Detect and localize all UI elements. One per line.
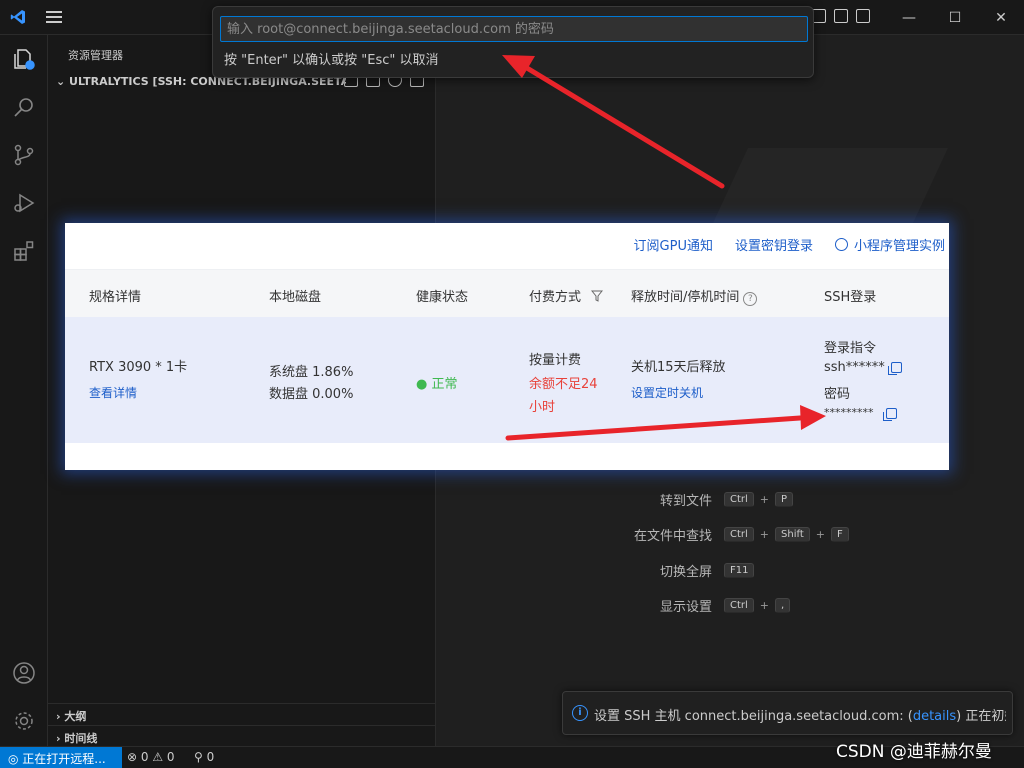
window-controls: — ☐ ✕ — [886, 0, 1024, 35]
info-icon: i — [572, 705, 588, 721]
notification-text: 设置 SSH 主机 connect.beijinga.seetacloud.co… — [594, 705, 1006, 724]
header-disk: 本地磁盘 — [269, 290, 322, 305]
ports-indicator[interactable]: ⚲ 0 — [194, 750, 214, 764]
header-spec: 规格详情 — [89, 290, 142, 305]
vscode-logo-icon — [10, 10, 25, 24]
miniprogram-icon — [834, 238, 848, 251]
quick-input-widget: 按 "Enter" 以确认或按 "Esc" 以取消 — [212, 6, 814, 78]
spec-value: RTX 3090 * 1卡 — [89, 360, 188, 375]
problems-indicator[interactable]: ⊗ 0 ⚠ 0 — [127, 750, 175, 764]
table-header: 规格详情 本地磁盘 健康状态 付费方式 释放时间/停机时间? SSH登录 — [65, 269, 949, 317]
ports-count: 0 — [206, 750, 215, 764]
miniprogram-manage-link[interactable]: 小程序管理实例 — [834, 235, 945, 254]
health-status: ● 正常 — [416, 377, 458, 392]
outline-section-label: 大纲 — [64, 710, 87, 723]
timeline-section[interactable]: › 时间线 — [48, 725, 436, 747]
details-link[interactable]: details — [913, 709, 956, 724]
shortcut-toggle-fullscreen: 切换全屏 F11 — [600, 561, 755, 580]
layout-controls — [812, 9, 870, 23]
close-button[interactable]: ✕ — [978, 0, 1024, 35]
shortcut-label: 在文件中查找 — [633, 529, 712, 544]
ssh-password-label: 密码 — [824, 387, 851, 402]
ports-icon: ⚲ — [194, 750, 207, 764]
remote-icon: ◎ — [8, 752, 23, 766]
schedule-shutdown-link[interactable]: 设置定时关机 — [631, 384, 703, 401]
help-icon[interactable]: ? — [743, 292, 758, 306]
copy-command-icon[interactable] — [888, 362, 902, 375]
notification-toast: i 设置 SSH 主机 connect.beijinga.seetacloud.… — [562, 691, 1013, 735]
run-debug-icon[interactable] — [12, 191, 36, 215]
keycap: Shift — [775, 527, 810, 542]
billing-mode: 按量计费 — [529, 353, 582, 368]
keycap: F11 — [724, 563, 755, 578]
system-disk-usage: 系统盘 1.86% — [269, 365, 354, 380]
toggle-panel-icon[interactable] — [812, 9, 826, 23]
ssh-password-value: ********* — [824, 406, 874, 419]
shortcut-label: 转到文件 — [659, 494, 712, 509]
notification-suffix: ) 正在初始化 V... — [956, 709, 1006, 724]
keycap: , — [775, 598, 791, 613]
data-disk-usage: 数据盘 0.00% — [269, 387, 354, 402]
ssh-command-value: ssh****** — [824, 360, 885, 375]
table-row: RTX 3090 * 1卡 查看详情 系统盘 1.86% 数据盘 0.00% ●… — [65, 317, 949, 443]
menu-icon[interactable] — [46, 11, 62, 23]
timeline-section-label: 时间线 — [64, 732, 98, 745]
customize-layout-icon[interactable] — [856, 9, 870, 23]
minimize-button[interactable]: — — [886, 0, 932, 35]
toggle-secondary-sidebar-icon[interactable] — [834, 9, 848, 23]
header-release-label: 释放时间/停机时间 — [631, 290, 740, 305]
outline-section[interactable]: › 大纲 — [48, 703, 436, 725]
shortcut-label: 切换全屏 — [659, 565, 712, 580]
remote-indicator[interactable]: ◎ 正在打开远程... — [0, 747, 122, 768]
miniprogram-manage-label: 小程序管理实例 — [853, 239, 945, 254]
copy-password-icon[interactable] — [883, 408, 897, 421]
ssh-key-login-link[interactable]: 设置密钥登录 — [735, 235, 813, 254]
sidebar-title: 资源管理器 — [68, 49, 123, 62]
remote-status-label: 正在打开远程... — [22, 752, 106, 766]
shortcut-label: 显示设置 — [659, 600, 712, 615]
release-policy: 关机15天后释放 — [631, 360, 726, 375]
header-billing: 付费方式 — [529, 286, 604, 305]
search-icon[interactable] — [12, 95, 36, 119]
shortcut-find-in-files: 在文件中查找 Ctrl + Shift + F — [600, 525, 849, 544]
keycap: Ctrl — [724, 527, 754, 542]
chevron-down-icon: ⌄ — [56, 75, 70, 88]
instance-panel: 订阅GPU通知 设置密钥登录 小程序管理实例 规格详情 本地磁盘 健康状态 付费… — [65, 223, 949, 470]
filter-icon[interactable] — [591, 290, 604, 302]
panel-links: 订阅GPU通知 设置密钥登录 小程序管理实例 — [634, 235, 945, 254]
keycap: P — [775, 492, 794, 507]
balance-warning: 余额不足24 — [529, 377, 598, 392]
explorer-icon[interactable] — [12, 47, 36, 71]
keycap: Ctrl — [724, 598, 754, 613]
subscribe-gpu-link[interactable]: 订阅GPU通知 — [634, 235, 713, 254]
view-details-link[interactable]: 查看详情 — [89, 384, 137, 401]
header-release: 释放时间/停机时间? — [631, 286, 758, 306]
extensions-icon[interactable] — [12, 239, 36, 263]
password-input[interactable] — [220, 16, 808, 42]
health-status-label: 正常 — [431, 377, 458, 392]
csdn-watermark: CSDN @迪菲赫尔曼 — [836, 742, 992, 762]
ssh-command-label: 登录指令 — [824, 341, 877, 356]
keycap: F — [830, 527, 849, 542]
balance-warning-cont: 小时 — [529, 400, 556, 415]
source-control-icon[interactable] — [12, 143, 36, 167]
activity-bar — [0, 35, 48, 746]
maximize-button[interactable]: ☐ — [932, 0, 978, 35]
shortcut-goto-file: 转到文件 Ctrl + P — [600, 490, 794, 509]
header-ssh: SSH登录 — [824, 290, 877, 305]
keycap: Ctrl — [724, 492, 754, 507]
notification-prefix: 设置 SSH 主机 connect.beijinga.seetacloud.co… — [594, 709, 913, 724]
header-billing-label: 付费方式 — [529, 290, 582, 305]
header-health: 健康状态 — [416, 290, 469, 305]
quick-input-message: 按 "Enter" 以确认或按 "Esc" 以取消 — [224, 53, 439, 68]
shortcut-show-settings: 显示设置 Ctrl + , — [600, 596, 791, 615]
settings-gear-icon[interactable] — [12, 709, 36, 733]
account-icon[interactable] — [12, 661, 36, 685]
